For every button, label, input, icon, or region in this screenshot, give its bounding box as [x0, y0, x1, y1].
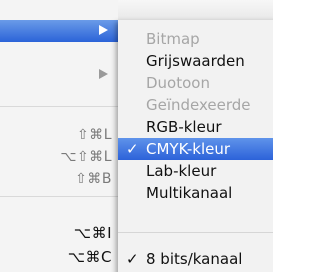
parent-item-mode[interactable]	[0, 20, 118, 42]
submenu-item-8-bits[interactable]: ✓ 8 bits/kanaal	[118, 248, 273, 270]
shortcut-label: ⌥⇧⌘L	[60, 149, 112, 165]
parent-item-row-rgb[interactable]: ⇧⌘L	[0, 124, 118, 146]
checkmark-icon: ✓	[126, 140, 139, 158]
shortcut-label: ⇧⌘L	[76, 127, 112, 143]
parent-item-canvas-size[interactable]: ⌥⌘C	[0, 246, 118, 268]
menu-separator	[0, 106, 118, 107]
submenu-item-bitmap[interactable]: Bitmap	[118, 28, 273, 50]
submenu-separator	[118, 232, 273, 233]
submenu-item-rgb[interactable]: RGB-kleur	[118, 116, 273, 138]
shortcut-label: ⌥⌘I	[73, 224, 112, 242]
shortcut-label: ⌥⌘C	[67, 248, 112, 266]
parent-menu: ⇧⌘L ⌥⇧⌘L ⇧⌘B ⌥⌘I ⌥⌘C	[0, 0, 118, 272]
checkmark-icon: ✓	[126, 250, 139, 268]
parent-item-image-size[interactable]: ⌥⌘I	[0, 222, 118, 244]
screen: ⇧⌘L ⌥⇧⌘L ⇧⌘B ⌥⌘I ⌥⌘C Bitmap Grijswaarden…	[0, 0, 273, 272]
mode-submenu: Bitmap Grijswaarden Duotoon Geïndexeerde…	[118, 20, 273, 272]
submenu-item-grayscale[interactable]: Grijswaarden	[118, 50, 273, 72]
parent-item-row-cmyk[interactable]: ⌥⇧⌘L	[0, 146, 118, 168]
shortcut-label: ⇧⌘B	[75, 171, 112, 187]
submenu-arrow-icon	[99, 69, 108, 79]
submenu-item-indexed[interactable]: Geïndexeerde	[118, 94, 273, 116]
submenu-top-strip	[118, 0, 273, 22]
submenu-arrow-icon	[99, 25, 108, 35]
menu-separator	[0, 196, 118, 197]
submenu-item-multichannel[interactable]: Multikanaal	[118, 182, 273, 204]
parent-item-row-lab[interactable]: ⇧⌘B	[0, 168, 118, 190]
submenu-item-duotone[interactable]: Duotoon	[118, 72, 273, 94]
submenu-item-lab[interactable]: Lab-kleur	[118, 160, 273, 182]
parent-item-adjustments[interactable]	[0, 64, 118, 86]
submenu-item-cmyk[interactable]: ✓ CMYK-kleur	[118, 138, 273, 160]
